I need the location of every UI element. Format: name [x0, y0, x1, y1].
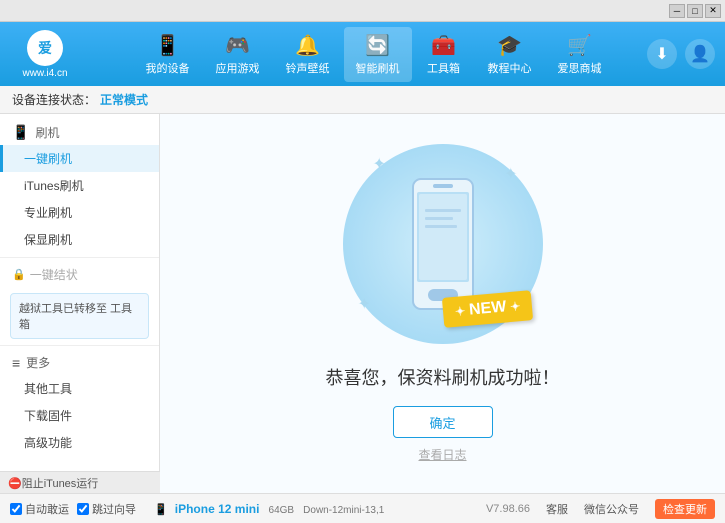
confirm-button[interactable]: 确定	[393, 406, 493, 438]
sparkle-2: ✦	[504, 164, 517, 184]
device-name: iPhone 12 mini	[175, 502, 260, 516]
device-storage: 64GB	[269, 505, 295, 516]
auto-launch-checkbox[interactable]: 自动敢运	[10, 501, 69, 517]
itunes-flash-label: iTunes刷机	[24, 179, 84, 193]
success-text: 恭喜您，保资料刷机成功啦！	[326, 364, 560, 390]
title-bar: ─ □ ✕	[0, 0, 725, 22]
logo-icon: 爱	[27, 30, 63, 66]
phone-icon-small: 📱	[154, 504, 168, 516]
nav-tutorial-label: 教程中心	[488, 60, 532, 76]
more-section-label: 更多	[26, 354, 50, 371]
minimize-btn[interactable]: ─	[669, 4, 685, 18]
auto-launch-input[interactable]	[10, 503, 22, 515]
nav-my-device-label: 我的设备	[146, 60, 190, 76]
download-fw-label: 下载固件	[24, 409, 72, 423]
sidebar-divider-2	[0, 345, 159, 346]
content-area: ✦ ✦ ✦	[160, 114, 725, 493]
itunes-bar-label: ⛔阻止iTunes运行	[8, 475, 98, 491]
maximize-btn[interactable]: □	[687, 4, 703, 18]
apps-games-icon: 🎮	[225, 33, 250, 58]
wechat-link[interactable]: 微信公众号	[584, 501, 639, 517]
sidebar-item-one-key-flash[interactable]: 一键刷机	[0, 145, 159, 172]
header-right: ⬇ 👤	[647, 39, 715, 69]
skip-guide-input[interactable]	[77, 503, 89, 515]
log-link[interactable]: 查看日志	[418, 446, 466, 463]
sidebar-divider-1	[0, 257, 159, 258]
nav-smart-flash[interactable]: 🔄 智能刷机	[344, 27, 412, 82]
sidebar: 📱 刷机 一键刷机 iTunes刷机 专业刷机 保显刷机 🔒 一键结状 越狱工具…	[0, 114, 160, 493]
one-key-flash-label: 一键刷机	[24, 152, 72, 166]
bottom-right: V7.98.66 客服 微信公众号 检查更新	[486, 499, 715, 519]
close-btn[interactable]: ✕	[705, 4, 721, 18]
device-model: Down-12mini-13,1	[303, 505, 384, 516]
itunes-bar[interactable]: ⛔阻止iTunes运行	[0, 471, 160, 493]
nav-apps-games[interactable]: 🎮 应用游戏	[204, 27, 272, 82]
sidebar-section-more[interactable]: ≡ 更多	[0, 350, 159, 375]
sparkle-1: ✦	[373, 154, 386, 174]
shop-icon: 🛒	[567, 33, 592, 58]
main-area: 📱 刷机 一键刷机 iTunes刷机 专业刷机 保显刷机 🔒 一键结状 越狱工具…	[0, 114, 725, 493]
skip-guide-label: 跳过向导	[92, 501, 136, 517]
tutorial-icon: 🎓	[497, 33, 522, 58]
sidebar-item-download-fw[interactable]: 下载固件	[0, 402, 159, 429]
phone-svg	[403, 174, 483, 314]
phone-circle-bg: ✦ ✦ ✦	[343, 144, 543, 344]
wallpaper-icon: 🔔	[295, 33, 320, 58]
window-controls[interactable]: ─ □ ✕	[669, 4, 721, 18]
nav-smart-flash-label: 智能刷机	[356, 60, 400, 76]
smart-flash-icon: 🔄	[365, 33, 390, 58]
sidebar-item-other-tools[interactable]: 其他工具	[0, 375, 159, 402]
nav-apps-games-label: 应用游戏	[216, 60, 260, 76]
sidebar-item-advanced[interactable]: 高级功能	[0, 429, 159, 456]
sparkle-3: ✦	[358, 294, 371, 314]
nav-shop-label: 爱思商城	[558, 60, 602, 76]
bottom-bar: 自动敢运 跳过向导 📱 iPhone 12 mini 64GB Down-12m…	[0, 493, 725, 523]
my-device-icon: 📱	[155, 33, 180, 58]
skip-guide-checkbox[interactable]: 跳过向导	[77, 501, 136, 517]
sidebar-item-itunes-flash[interactable]: iTunes刷机	[0, 172, 159, 199]
flash-section-label: 刷机	[35, 124, 59, 141]
device-info: 📱 iPhone 12 mini 64GB Down-12mini-13,1	[154, 502, 384, 516]
nav-toolbox[interactable]: 🧰 工具箱	[414, 27, 474, 82]
other-tools-label: 其他工具	[24, 382, 72, 396]
toolbox-icon: 🧰	[431, 33, 456, 58]
status-bar: 设备连接状态： 正常模式	[0, 86, 725, 114]
auto-launch-label: 自动敢运	[25, 501, 69, 517]
locked-label: 一键结状	[30, 266, 78, 283]
new-badge: NEW	[442, 290, 534, 328]
nav-tutorial[interactable]: 🎓 教程中心	[476, 27, 544, 82]
download-btn[interactable]: ⬇	[647, 39, 677, 69]
nav-wallpaper[interactable]: 🔔 铃声壁纸	[274, 27, 342, 82]
sidebar-locked-section: 🔒 一键结状	[0, 262, 159, 287]
save-flash-label: 保显刷机	[24, 233, 72, 247]
lock-icon: 🔒	[12, 268, 26, 281]
sidebar-item-save-flash[interactable]: 保显刷机	[0, 226, 159, 253]
sidebar-info-box: 越狱工具已转移至 工具箱	[10, 293, 149, 339]
nav-shop[interactable]: 🛒 爱思商城	[546, 27, 614, 82]
sidebar-item-pro-flash[interactable]: 专业刷机	[0, 199, 159, 226]
status-label: 设备连接状态：	[12, 91, 96, 108]
status-value: 正常模式	[100, 91, 148, 108]
version-text: V7.98.66	[486, 503, 530, 515]
nav-my-device[interactable]: 📱 我的设备	[134, 27, 202, 82]
bottom-left: 自动敢运 跳过向导 📱 iPhone 12 mini 64GB Down-12m…	[10, 501, 486, 517]
advanced-label: 高级功能	[24, 436, 72, 450]
customer-service-link[interactable]: 客服	[546, 501, 568, 517]
info-box-text: 越狱工具已转移至 工具箱	[19, 303, 132, 331]
pro-flash-label: 专业刷机	[24, 206, 72, 220]
phone-illustration: ✦ ✦ ✦	[343, 144, 543, 344]
nav-wallpaper-label: 铃声壁纸	[286, 60, 330, 76]
user-btn[interactable]: 👤	[685, 39, 715, 69]
logo-url: www.i4.cn	[22, 68, 67, 79]
check-update-btn[interactable]: 检查更新	[655, 499, 715, 519]
header: 爱 www.i4.cn 📱 我的设备 🎮 应用游戏 🔔 铃声壁纸 🔄 智能刷机 …	[0, 22, 725, 86]
sidebar-section-flash[interactable]: 📱 刷机	[0, 120, 159, 145]
more-section-icon: ≡	[12, 355, 20, 371]
logo[interactable]: 爱 www.i4.cn	[10, 30, 80, 79]
flash-section-icon: 📱	[12, 124, 29, 141]
nav-toolbox-label: 工具箱	[427, 60, 460, 76]
nav-bar: 📱 我的设备 🎮 应用游戏 🔔 铃声壁纸 🔄 智能刷机 🧰 工具箱 🎓 教程中心…	[100, 27, 647, 82]
